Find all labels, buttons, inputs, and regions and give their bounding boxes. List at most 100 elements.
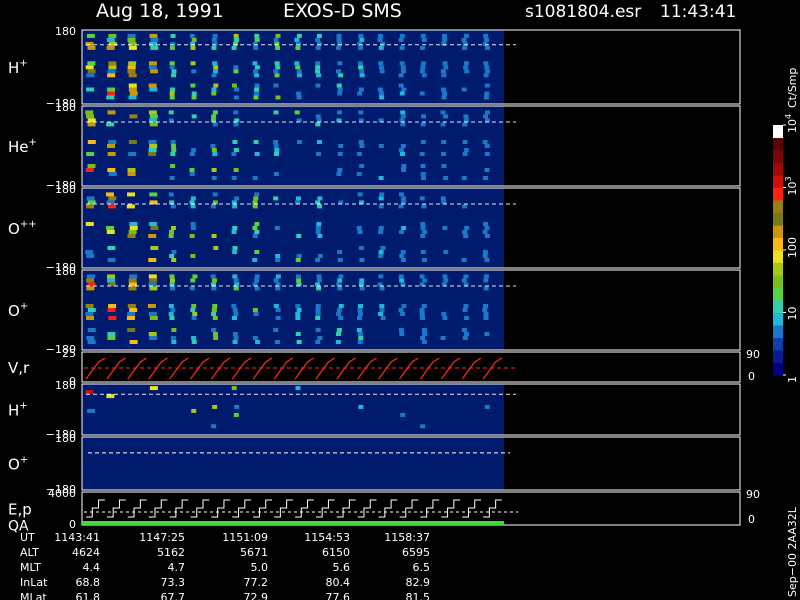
heatmap-cell [107, 168, 116, 172]
heatmap-cell [421, 340, 427, 344]
heatmap-cell [170, 41, 176, 46]
heatmap-cell [213, 83, 219, 88]
heatmap-cell [252, 234, 258, 238]
heatmap-cell [398, 192, 404, 197]
heatmap-cell [213, 65, 219, 70]
heatmap-cell [233, 148, 239, 152]
colorbar-tick-sup: 3 [784, 176, 793, 181]
heatmap-cell [356, 226, 362, 230]
heatmap-cell [337, 250, 343, 254]
heatmap-cell [443, 250, 449, 254]
heatmap-cell [253, 91, 259, 96]
y-tick-top: 180 [55, 265, 76, 278]
heatmap-cell [358, 304, 364, 308]
chart-figure: Aug 18, 1991 EXOS-D SMS s1081804.esr 11:… [8, 0, 799, 600]
heatmap-cell [400, 250, 406, 254]
time-axis-row-name: InLat [20, 576, 48, 589]
heatmap-cell [337, 278, 343, 283]
heatmap-cell [482, 140, 488, 144]
heatmap-cell [419, 69, 425, 74]
heatmap-cell [315, 61, 321, 66]
panel-label: H+ [8, 58, 28, 77]
heatmap-cell [275, 286, 281, 291]
heatmap-cell [170, 308, 176, 312]
heatmap-cell [169, 274, 175, 279]
heatmap-cell [484, 234, 490, 238]
heatmap-cell [463, 61, 469, 66]
heatmap-cell [212, 41, 218, 46]
heatmap-cell [422, 278, 428, 283]
heatmap-cell [273, 196, 279, 201]
heatmap-cell [358, 33, 364, 38]
heatmap-cell [483, 61, 489, 66]
heatmap-cell [420, 164, 426, 168]
heatmap-cell [378, 33, 384, 38]
heatmap-cell [169, 45, 175, 50]
right-tick-bottom: 0 [748, 370, 755, 383]
heatmap-cell [401, 87, 407, 92]
heatmap-cell [129, 222, 138, 226]
heatmap-cell [483, 95, 489, 100]
panel-label: H+ [8, 401, 28, 420]
heatmap-cell [378, 45, 384, 50]
heatmap-cell [107, 332, 116, 336]
heatmap-cell [358, 246, 364, 250]
heatmap-cell [129, 91, 138, 96]
heatmap-cell [335, 69, 341, 74]
time-axis-value: 6.5 [413, 561, 431, 574]
heatmap-cell [358, 110, 364, 115]
heatmap-cell [191, 148, 197, 152]
heatmap-cell [169, 254, 175, 258]
heatmap-cell [171, 250, 177, 254]
heatmap-cell [315, 230, 321, 234]
colorbar-tick-label: 10 [786, 307, 799, 321]
heatmap-cell [150, 45, 159, 50]
heatmap-cell [420, 234, 426, 238]
heatmap-cell [401, 226, 407, 230]
header-file: s1081804.esr [525, 2, 641, 22]
colorbar-segment [773, 287, 783, 301]
heatmap-cell [191, 316, 197, 320]
heatmap-cell [295, 196, 301, 201]
panel-label-superscript: + [19, 401, 27, 412]
heatmap-cell [440, 110, 446, 115]
heatmap-cell [484, 168, 490, 172]
heatmap-cell [128, 41, 137, 46]
heatmap-cell [484, 37, 490, 42]
heatmap-cell [419, 312, 425, 316]
heatmap-cell [463, 65, 469, 70]
heatmap-cell [358, 404, 364, 409]
heatmap-cell [338, 316, 344, 320]
heatmap-cell [441, 164, 447, 168]
time-axis-value: 80.4 [326, 576, 351, 589]
heatmap-cell [461, 176, 467, 180]
heatmap-cell [189, 172, 195, 176]
panel-data-region [82, 352, 504, 382]
heatmap-cell [378, 312, 384, 316]
heatmap-cell [232, 140, 238, 144]
heatmap-cell [87, 340, 96, 344]
heatmap-cell [337, 152, 343, 156]
heatmap-cell [379, 69, 385, 74]
colorbar: Ct/Smp104103100101 [773, 68, 799, 383]
heatmap-cell [378, 176, 384, 180]
heatmap-cell [274, 148, 280, 152]
heatmap-cell [86, 278, 95, 283]
heatmap-cell [483, 274, 489, 279]
heatmap-cell [190, 226, 196, 230]
heatmap-cell [337, 258, 343, 262]
heatmap-cell [149, 33, 158, 38]
heatmap-cell [169, 230, 175, 234]
heatmap-cell [87, 69, 96, 74]
heatmap-cell [484, 91, 490, 96]
colorbar-tick-label: 104 [784, 114, 799, 133]
heatmap-cell [233, 65, 239, 70]
heatmap-cell [107, 278, 116, 283]
heatmap-cell [316, 274, 322, 279]
heatmap-cell [441, 140, 447, 144]
panel-label: O++ [8, 219, 37, 238]
heatmap-cell [336, 328, 342, 332]
heatmap-cell [107, 144, 116, 148]
heatmap-cell [378, 254, 384, 258]
heatmap-cell [252, 258, 258, 262]
